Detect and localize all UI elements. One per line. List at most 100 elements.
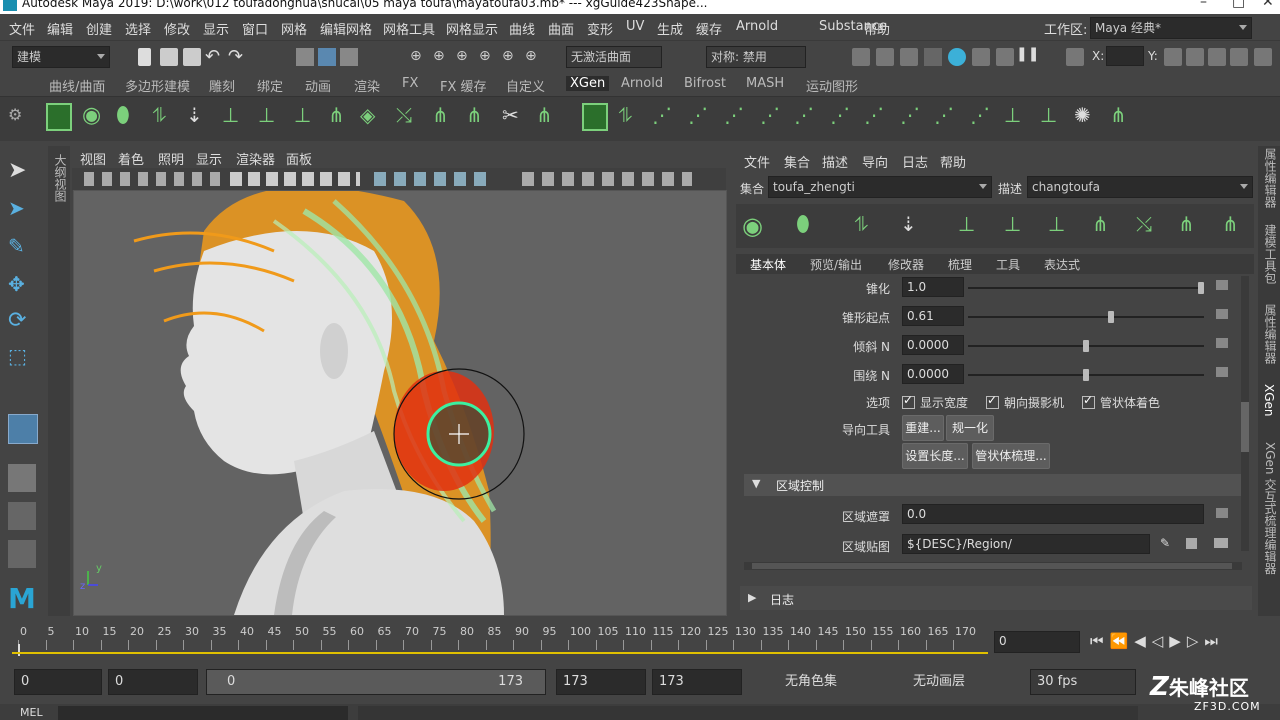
tab-motion-graphics[interactable]: 运动图形 [806, 76, 858, 95]
xgen-editor-icon[interactable] [46, 103, 72, 131]
groom-brush-10-icon[interactable]: ⋰ [970, 103, 996, 131]
tab-modifiers[interactable]: 修改器 [888, 256, 924, 273]
save-map-icon[interactable] [1186, 538, 1197, 549]
xgen-menu-help[interactable]: 帮助 [940, 152, 966, 171]
new-scene-icon[interactable] [138, 48, 151, 66]
menu-create[interactable]: 创建 [86, 19, 112, 38]
range-slider[interactable]: 0 173 [206, 669, 546, 695]
render-settings-icon[interactable] [852, 48, 870, 66]
groom-noise-icon[interactable]: ✺ [1074, 103, 1100, 131]
tab-xgen[interactable]: XGen [566, 76, 610, 91]
rebuild-button[interactable]: 重建... [902, 415, 944, 441]
guide-icon-1[interactable]: ⥮ [152, 103, 178, 131]
minimize-icon[interactable]: – [1200, 0, 1207, 9]
menu-mesh[interactable]: 网格 [281, 19, 307, 38]
snap-curve-icon[interactable]: ⊕ [433, 48, 451, 66]
live-surface-field[interactable]: 无激活曲面 [566, 46, 662, 68]
snap-surface-icon[interactable]: ⊕ [502, 48, 520, 66]
anim-layer-dropdown[interactable]: 无动画层 [906, 669, 1006, 695]
menu-edit-mesh[interactable]: 编辑网格 [320, 19, 372, 38]
menu-mesh-display[interactable]: 网格显示 [446, 19, 498, 38]
maximize-icon[interactable]: □ [1232, 0, 1245, 9]
mel-input[interactable] [58, 706, 348, 720]
region-mask-map-icon[interactable] [1216, 508, 1228, 518]
xgen-guide-transform-icon[interactable]: ⤯ [1136, 212, 1162, 240]
xgen-h-scrollbar[interactable] [744, 562, 1242, 570]
xgen-menu-description[interactable]: 描述 [822, 152, 848, 171]
select-hierarchy-icon[interactable] [296, 48, 314, 66]
groom-brush-7-icon[interactable]: ⋰ [864, 103, 890, 131]
region-map-field[interactable]: ${DESC}/Region/ [902, 534, 1150, 554]
select-tool-icon[interactable]: ➤ [8, 158, 36, 186]
xgen-h-scrollbar-thumb[interactable] [752, 563, 1232, 569]
snap-view-icon[interactable]: ⊕ [479, 48, 497, 66]
mel-label[interactable]: MEL [20, 706, 43, 719]
sidebar-toggle-icon[interactable] [1164, 48, 1182, 66]
rotate-tool-icon[interactable]: ⟳ [8, 308, 36, 336]
fps-dropdown[interactable]: 30 fps [1030, 669, 1136, 695]
modeling-toolkit-icon[interactable] [1186, 48, 1204, 66]
paint-map-icon[interactable]: ✎ [1160, 536, 1170, 550]
xgen-menu-guides[interactable]: 导向 [862, 152, 888, 171]
xgen-menu-collection[interactable]: 集合 [784, 152, 810, 171]
paint-select-icon[interactable]: ✎ [8, 234, 36, 262]
groom-brush-9-icon[interactable]: ⋰ [934, 103, 960, 131]
tab-custom[interactable]: 自定义 [506, 76, 545, 95]
select-object-icon[interactable] [318, 48, 336, 66]
play-backward-icon[interactable]: ◁ [1152, 632, 1170, 650]
update-preview-icon[interactable]: ⬮ [116, 103, 142, 131]
groom-place-icon[interactable]: ⥮ [618, 103, 644, 131]
option-tube-shade-checkbox[interactable]: 管状体着色 [1082, 393, 1160, 411]
eye-preview-icon[interactable]: ◉ [82, 103, 108, 131]
groom-brush-6-icon[interactable]: ⋰ [830, 103, 856, 131]
tab-rigging[interactable]: 绑定 [257, 76, 283, 95]
guide-sculpt-icon[interactable]: ⋔ [536, 103, 562, 131]
go-to-end-icon[interactable]: ⏭ [1204, 632, 1224, 650]
tab-rendering[interactable]: 渲染 [354, 76, 380, 95]
guide-visibility-icon[interactable]: ⊥ [258, 103, 284, 131]
save-scene-icon[interactable] [183, 48, 201, 66]
param-around-n-knob[interactable] [1083, 369, 1089, 381]
param-around-n-slider[interactable] [968, 369, 1204, 381]
lasso-tool-icon[interactable]: ➤ [8, 196, 36, 224]
xgen-lock-icon[interactable]: ⊥ [1048, 212, 1074, 240]
vp-menu-shading[interactable]: 着色 [118, 149, 144, 168]
groom-brush-8-icon[interactable]: ⋰ [900, 103, 926, 131]
region-control-section[interactable]: ▼ 区域控制 [744, 474, 1246, 496]
play-forward-icon[interactable]: ▶ [1169, 632, 1187, 650]
close-icon[interactable]: ✕ [1262, 0, 1274, 9]
set-length-button[interactable]: 设置长度... [902, 443, 968, 469]
param-taper-slider[interactable] [968, 282, 1204, 294]
xgen-groom-tool-icon[interactable] [8, 414, 38, 444]
end-time-field[interactable]: 173 [652, 669, 742, 695]
guide-comb-icon[interactable]: ⋔ [466, 103, 492, 131]
normalize-button[interactable]: 规一化 [946, 415, 994, 441]
menu-select[interactable]: 选择 [125, 19, 151, 38]
side-tab-attr-editor-2[interactable]: 属性编辑器 [1262, 304, 1279, 364]
menu-file[interactable]: 文件 [9, 19, 35, 38]
pause-icon[interactable]: ❚❚ [1016, 46, 1039, 64]
menu-modify[interactable]: 修改 [164, 19, 190, 38]
xgen-guide-move-icon[interactable]: ⇣ [900, 212, 926, 240]
collection-dropdown[interactable]: toufa_zhengti [768, 176, 992, 198]
param-taper-start-map-icon[interactable] [1216, 309, 1228, 319]
menu-cache[interactable]: 缓存 [696, 19, 722, 38]
tab-mash[interactable]: MASH [746, 76, 784, 91]
persp-outliner-icon[interactable] [8, 540, 36, 568]
menu-set-dropdown[interactable]: 建模 [12, 46, 110, 68]
description-dropdown[interactable]: changtoufa [1027, 176, 1253, 198]
groom-brush-12-icon[interactable]: ⊥ [1040, 103, 1066, 131]
side-tab-attr-editor-1[interactable]: 属性编辑器 [1262, 148, 1279, 208]
move-tool-icon[interactable]: ✥ [8, 272, 36, 300]
tab-utilities[interactable]: 工具 [996, 256, 1020, 273]
render-view-icon[interactable] [924, 48, 942, 66]
channel-box-icon[interactable] [1230, 48, 1248, 66]
param-around-n-field[interactable]: 0.0000 [902, 364, 964, 384]
xgen-menu-log[interactable]: 日志 [902, 152, 928, 171]
playblast-icon[interactable] [972, 48, 990, 66]
vp-menu-lighting[interactable]: 照明 [158, 149, 184, 168]
redo-icon[interactable]: ↷ [228, 46, 246, 67]
xgen-guide-edit-icon[interactable]: ⥮ [854, 212, 880, 240]
menu-deform[interactable]: 变形 [587, 19, 613, 38]
xgen-update-icon[interactable]: ⬮ [796, 212, 822, 240]
